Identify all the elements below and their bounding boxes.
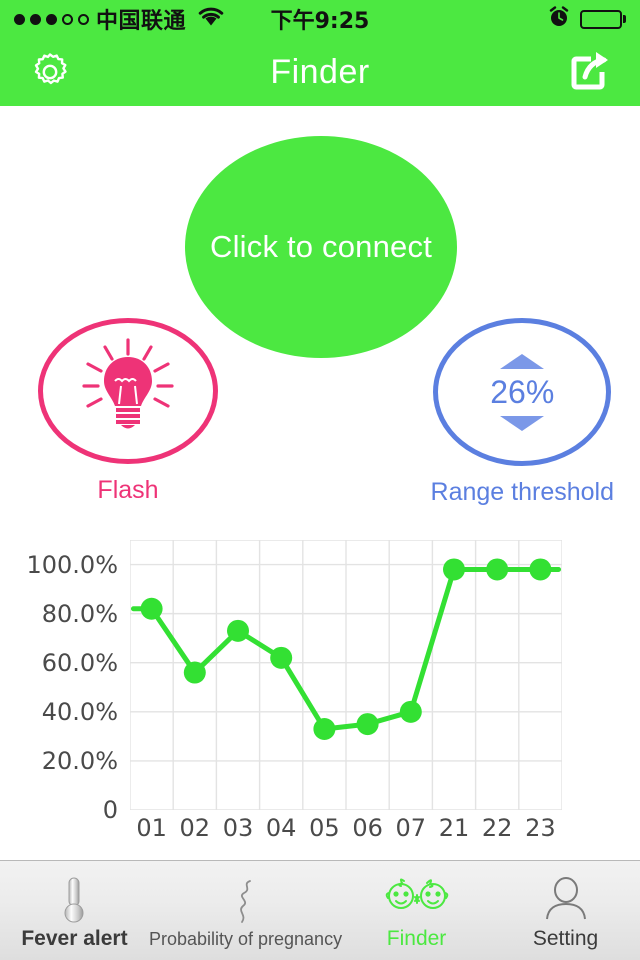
flash-button[interactable] xyxy=(38,318,218,464)
chart-data-point xyxy=(486,558,509,581)
triangle-up-icon[interactable] xyxy=(500,353,545,369)
sperm-icon xyxy=(228,878,264,926)
flash-button-group: Flash xyxy=(38,318,218,505)
thermometer-icon xyxy=(57,876,91,924)
carrier-name: 中国联通 xyxy=(96,9,187,34)
app-header: Finder xyxy=(0,38,640,106)
connect-button-label: Click to connect xyxy=(209,229,433,264)
chart-x-tick-label: 23 xyxy=(525,814,556,842)
tab-label: Setting xyxy=(532,927,599,950)
battery-icon xyxy=(580,9,626,29)
signal-dot xyxy=(30,13,41,25)
chart-y-axis-labels: 100.0% 80.0% 60.0% 40.0% 20.0% 0 xyxy=(0,516,126,824)
probability-line-chart: 100.0% 80.0% 60.0% 40.0% 20.0% 0 01 02 03 04 05 06… xyxy=(0,516,640,846)
chart-x-tick-label: 22 xyxy=(481,814,513,842)
status-bar-left: 中国联通 xyxy=(14,3,225,35)
chart-y-tick-label: 0 xyxy=(102,796,118,824)
chart-data-point xyxy=(140,597,163,620)
chart-x-tick-label: 04 xyxy=(265,814,297,842)
chart-data-point xyxy=(356,713,379,736)
flash-label: Flash xyxy=(97,476,159,504)
chart-data-point xyxy=(399,700,422,723)
range-threshold-group: 26% Range threshold xyxy=(431,318,614,507)
chart-plot-area xyxy=(130,540,562,810)
chart-y-tick-label: 60.0% xyxy=(41,648,118,677)
chart-y-tick-label: 100.0% xyxy=(26,550,118,579)
wifi-icon xyxy=(197,6,225,32)
tab-label: Finder xyxy=(386,927,447,950)
triangle-down-icon[interactable] xyxy=(500,415,545,431)
range-threshold-value: 26% xyxy=(490,373,555,410)
signal-dot xyxy=(14,13,25,25)
chart-y-tick-label: 80.0% xyxy=(41,599,118,628)
chart-x-tick-label: 07 xyxy=(395,814,427,842)
chart-x-axis-labels: 01 02 03 04 05 06 07 21 22 23 xyxy=(130,814,562,848)
chart-data-point xyxy=(227,619,249,642)
range-stepper-inner: 26% xyxy=(490,353,555,431)
chart-x-tick-label: 01 xyxy=(136,814,167,842)
chart-x-tick-label: 05 xyxy=(309,814,340,842)
signal-dot xyxy=(46,13,57,25)
connect-button[interactable]: Click to connect xyxy=(185,136,457,358)
chart-y-tick-label: 40.0% xyxy=(41,697,118,726)
gear-icon[interactable] xyxy=(26,48,74,96)
person-icon xyxy=(544,876,588,924)
status-bar-right xyxy=(548,5,626,33)
chart-data-point xyxy=(443,558,465,581)
tab-setting[interactable]: Setting xyxy=(491,861,640,960)
chart-data-point xyxy=(183,661,206,684)
chart-data-point xyxy=(270,646,293,669)
signal-strength-dots xyxy=(14,13,89,25)
chart-data-point xyxy=(313,718,336,740)
chart-x-tick-label: 02 xyxy=(179,814,211,842)
signal-dot xyxy=(62,13,73,25)
share-export-icon[interactable] xyxy=(566,48,614,96)
signal-dot xyxy=(78,13,89,25)
lightbulb-icon xyxy=(74,336,182,447)
tab-fever-alert[interactable]: Fever alert xyxy=(0,861,149,960)
chart-data-point xyxy=(529,558,552,581)
chart-x-tick-label: 03 xyxy=(222,814,254,842)
tab-label: Probability of pregnancy xyxy=(148,928,343,949)
range-threshold-stepper[interactable]: 26% xyxy=(433,318,612,466)
chart-y-tick-label: 20.0% xyxy=(41,746,118,775)
bottom-tab-bar: Fever alert Probability of pregnancy Fin… xyxy=(0,860,640,960)
chart-x-tick-label: 06 xyxy=(352,814,383,842)
page-title: Finder xyxy=(270,52,370,91)
two-babies-icon xyxy=(380,876,454,924)
tab-probability-of-pregnancy[interactable]: Probability of pregnancy xyxy=(149,861,342,960)
alarm-clock-icon xyxy=(548,5,570,33)
status-bar: 中国联通 下午9:25 xyxy=(0,0,640,38)
tab-finder[interactable]: Finder xyxy=(342,861,491,960)
app-root: 中国联通 下午9:25 Finder Flash 26% Range thres… xyxy=(0,0,640,960)
tab-label: Fever alert xyxy=(21,927,128,950)
range-threshold-label: Range threshold xyxy=(430,478,614,506)
chart-x-tick-label: 21 xyxy=(438,814,470,842)
